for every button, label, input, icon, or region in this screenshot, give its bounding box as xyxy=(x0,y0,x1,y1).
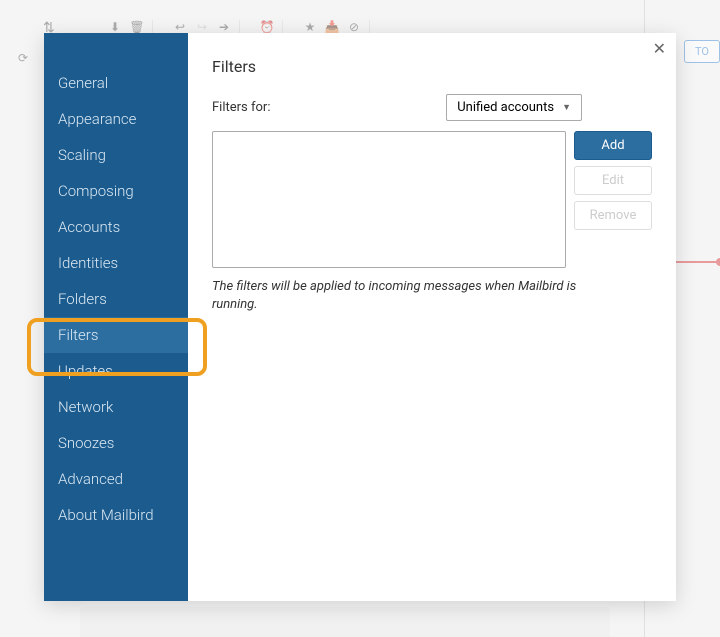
sidebar-item-accounts[interactable]: Accounts xyxy=(44,209,188,245)
sidebar-item-general[interactable]: General xyxy=(44,65,188,101)
help-text: The filters will be applied to incoming … xyxy=(212,278,592,314)
sidebar-item-filters[interactable]: Filters xyxy=(44,317,188,353)
block-icon: ⊘ xyxy=(347,20,361,34)
account-dropdown[interactable]: Unified accounts ▼ xyxy=(446,94,582,121)
sidebar-item-folders[interactable]: Folders xyxy=(44,281,188,317)
add-button[interactable]: Add xyxy=(574,131,652,160)
bg-toolbar: ⬇ 🗑 ↩ ↪ ➔ ⏰ ★ 📥 ⊘ xyxy=(100,20,370,34)
panel-title: Filters xyxy=(212,57,652,76)
trash-icon: 🗑 xyxy=(130,20,144,34)
sidebar-item-appearance[interactable]: Appearance xyxy=(44,101,188,137)
download-icon: ⬇ xyxy=(108,20,122,34)
account-dropdown-value: Unified accounts xyxy=(457,100,554,115)
archive-icon: 📥 xyxy=(325,20,339,34)
sidebar-item-about[interactable]: About Mailbird xyxy=(44,497,188,533)
close-icon[interactable]: ✕ xyxy=(653,41,666,57)
sidebar-item-network[interactable]: Network xyxy=(44,389,188,425)
filters-for-label: Filters for: xyxy=(212,100,270,115)
reply-icon: ↩ xyxy=(173,20,187,34)
filter-action-buttons: Add Edit Remove xyxy=(574,131,652,268)
settings-panel: ✕ Filters Filters for: Unified accounts … xyxy=(188,33,676,601)
forward-icon: ➔ xyxy=(217,20,231,34)
settings-sidebar: General Appearance Scaling Composing Acc… xyxy=(44,33,188,601)
sidebar-item-scaling[interactable]: Scaling xyxy=(44,137,188,173)
reply-all-icon: ↪ xyxy=(195,20,209,34)
remove-button[interactable]: Remove xyxy=(574,201,652,230)
settings-modal: General Appearance Scaling Composing Acc… xyxy=(44,33,676,601)
sidebar-item-identities[interactable]: Identities xyxy=(44,245,188,281)
star-icon: ★ xyxy=(303,20,317,34)
edit-button[interactable]: Edit xyxy=(574,166,652,195)
sidebar-item-advanced[interactable]: Advanced xyxy=(44,461,188,497)
refresh-icon: ⟳ xyxy=(18,51,28,65)
chevron-down-icon: ▼ xyxy=(562,102,571,113)
bg-content-area xyxy=(80,607,610,637)
filters-listbox[interactable] xyxy=(212,131,566,268)
snooze-icon: ⏰ xyxy=(260,20,274,34)
sidebar-item-composing[interactable]: Composing xyxy=(44,173,188,209)
sidebar-item-updates[interactable]: Updates xyxy=(44,353,188,389)
sidebar-item-snoozes[interactable]: Snoozes xyxy=(44,425,188,461)
today-button-bg: TO xyxy=(684,40,720,63)
